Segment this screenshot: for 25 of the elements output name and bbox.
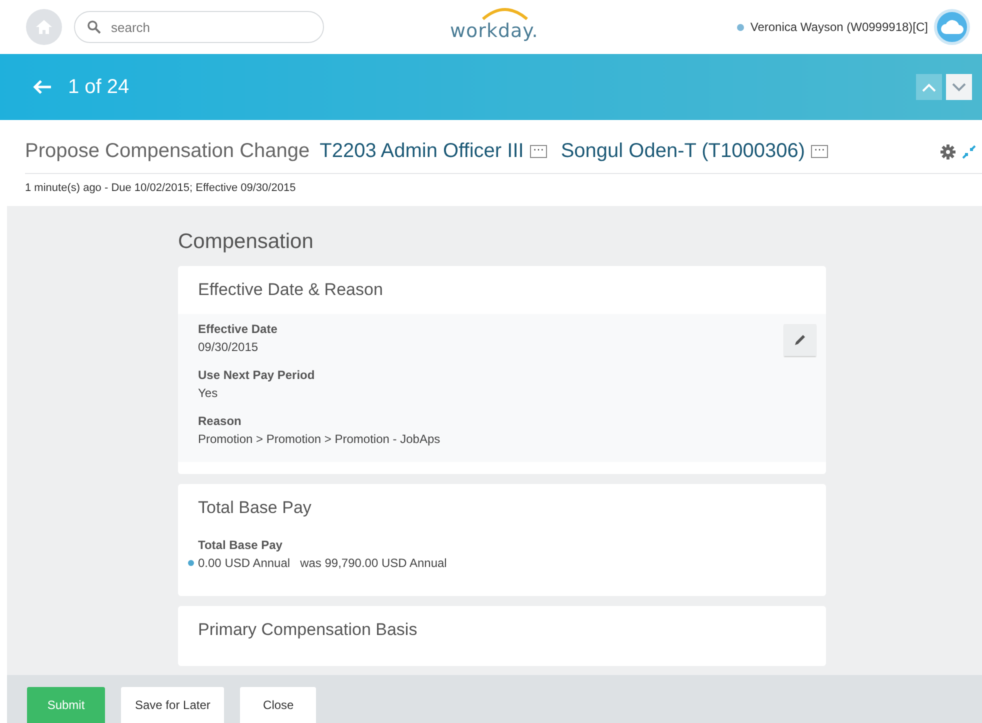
field-label: Total Base Pay — [198, 538, 284, 552]
field-label: Effective Date — [198, 322, 278, 336]
card-title: Effective Date & Reason — [197, 279, 384, 301]
field-value: Yes — [198, 386, 218, 400]
field-value: Promotion > Promotion > Promotion - JobAps — [198, 432, 440, 446]
field-value: 0.00 USD Annual — [198, 556, 290, 570]
task-title: Propose Compensation Change — [25, 140, 310, 163]
footer-button[interactable]: Save for Later — [121, 687, 224, 723]
user-name[interactable]: Veronica Wayson (W0999918)[C] — [750, 20, 928, 34]
section-title: Compensation — [178, 229, 314, 255]
footer-button[interactable]: Close — [240, 687, 316, 723]
related-actions-button[interactable]: ⋯ — [811, 145, 828, 158]
field-value: 09/30/2015 — [198, 340, 258, 354]
card-title: Primary Compensation Basis — [197, 619, 418, 641]
task-link[interactable]: Songul Oden-T (T1000306) — [560, 140, 806, 163]
task-link[interactable]: T2203 Admin Officer III — [320, 140, 524, 163]
record-counter: 1 of 24 — [68, 76, 130, 98]
related-actions-button[interactable]: ⋯ — [530, 145, 547, 158]
field-label: Reason — [198, 414, 242, 428]
field-label: Use Next Pay Period — [198, 368, 316, 382]
search-field[interactable]: search — [74, 11, 324, 43]
task-subtitle: 1 minute(s) ago - Due 10/02/2015; Effective 09/30/2015 — [24, 181, 297, 196]
card-title: Total Base Pay — [197, 497, 312, 519]
logo: workday. — [450, 20, 538, 42]
previous-value: was 99,790.00 USD Annual — [300, 556, 447, 570]
